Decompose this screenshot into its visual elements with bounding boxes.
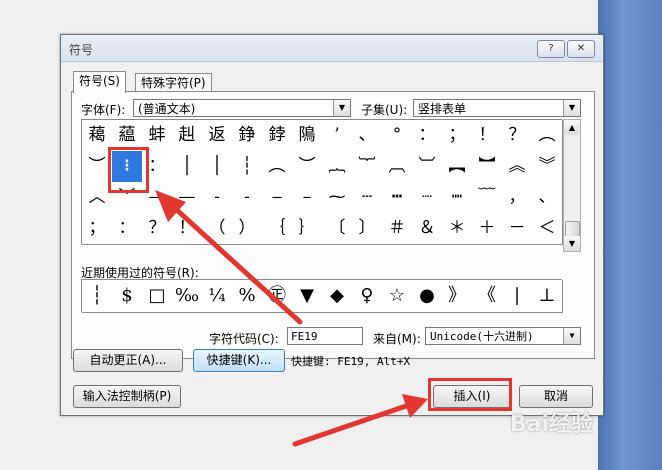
watermark: Bai经验: [510, 412, 594, 437]
arrow-to-insert: [292, 394, 428, 447]
arrow-to-symbol: [155, 190, 303, 325]
tab-symbols[interactable]: 符号(S): [73, 71, 126, 93]
